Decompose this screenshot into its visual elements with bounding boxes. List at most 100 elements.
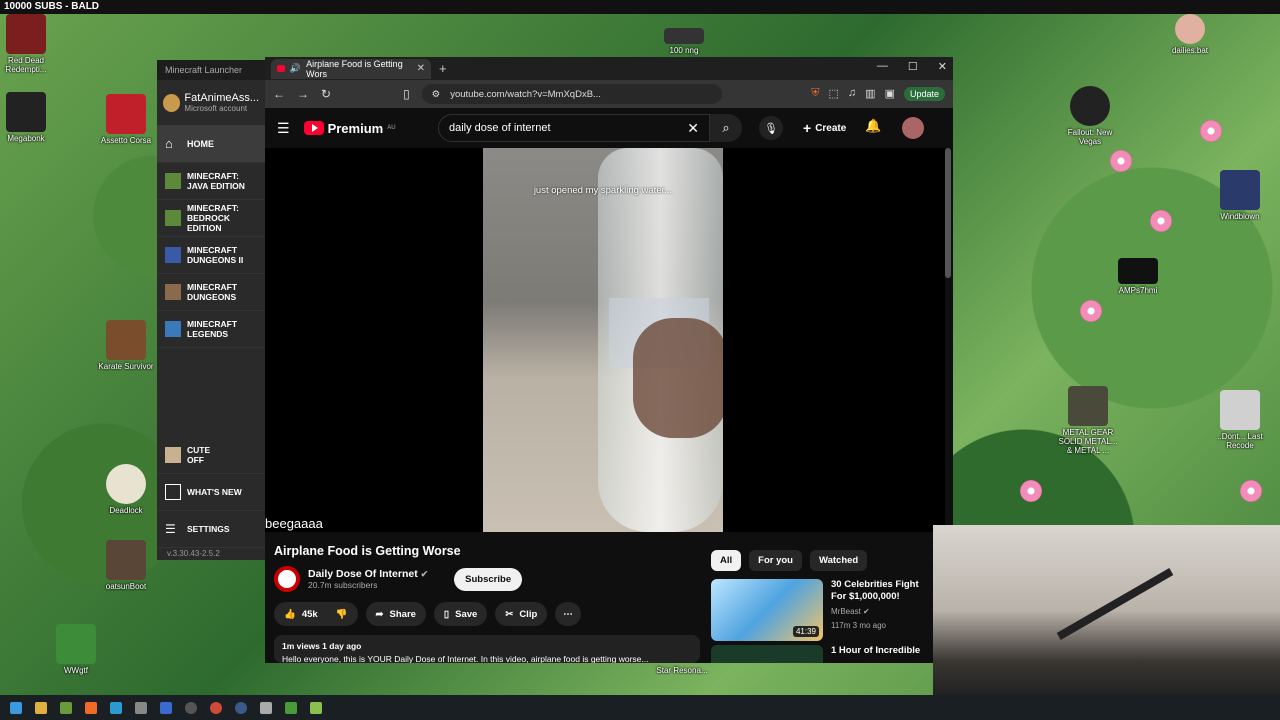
chip-watched[interactable]: Watched [809, 550, 868, 571]
app-icon[interactable] [135, 701, 147, 714]
app-icon[interactable] [310, 701, 322, 714]
bookmark-icon[interactable]: ▯ [403, 87, 410, 101]
notifications-bell-icon[interactable]: 🔔 [865, 118, 881, 134]
close-tab-icon[interactable]: ✕ [417, 63, 425, 74]
desktop-icon-last-recode[interactable]: ..Dont... Last Recode [1208, 390, 1272, 450]
chip-for-you[interactable]: For you [749, 550, 802, 571]
edge-browser-icon[interactable] [110, 701, 122, 714]
sidebar-icon[interactable]: ▥ [865, 87, 875, 101]
desktop-icon-metal-gear[interactable]: METAL GEAR SOLID METAL... & METAL ... [1056, 386, 1120, 455]
app-icon[interactable] [260, 701, 272, 714]
subscribe-button[interactable]: Subscribe [454, 567, 523, 591]
more-actions-button[interactable]: ⋯ [555, 602, 581, 626]
desktop-icon-label: Deadlock [109, 506, 143, 515]
obs-icon[interactable] [185, 701, 197, 714]
brave-shield-icon[interactable]: ⛨ [811, 87, 819, 101]
desktop-icon-dailies[interactable]: dailies.bat [1158, 14, 1222, 55]
update-button[interactable]: Update [903, 87, 945, 101]
nav-legends[interactable]: MINECRAFT LEGENDS [157, 311, 265, 348]
start-button-icon[interactable] [10, 701, 22, 714]
voice-search-button[interactable]: 🎙 [759, 116, 783, 140]
search-input[interactable]: daily dose of internet ✕ [438, 114, 710, 142]
nav-label: SETTINGS [187, 524, 230, 534]
scissors-icon: ✂ [505, 608, 514, 620]
nav-dungeons-ii[interactable]: MINECRAFT DUNGEONS II [157, 237, 265, 274]
video-thumbnail[interactable] [711, 645, 823, 663]
recommended-video[interactable]: 1 Hour of Incredible [711, 645, 921, 663]
desktop-icon-oatsun[interactable]: oatsunBoot [94, 540, 158, 591]
desktop-icon-label: Star Resona... [656, 666, 708, 675]
recommended-video[interactable]: 41:39 30 Celebrities Fight For $1,000,00… [711, 579, 939, 641]
extension-icon[interactable]: ⬚ [829, 87, 839, 101]
nav-bedrock-edition[interactable]: MINECRAFT: BEDROCK EDITION [157, 200, 265, 237]
thumbs-down-icon[interactable]: 👎 [336, 609, 348, 620]
account-switcher[interactable]: FatAnimeAss... Microsoft account [157, 80, 265, 126]
clip-button[interactable]: ✂ Clip [495, 602, 548, 626]
cute-toggle[interactable]: CUTE OFF [157, 437, 265, 474]
brand-text: Premium [327, 120, 384, 136]
video-player[interactable]: just opened my sparkling water... beegaa… [265, 148, 945, 532]
desktop-icon-deadlock[interactable]: Deadlock [94, 464, 158, 515]
channel-name[interactable]: Daily Dose Of Internet [308, 568, 418, 580]
desktop-icon-100nng[interactable]: 100 nng [652, 28, 716, 55]
like-button[interactable]: 👍 45k 👎 [274, 602, 358, 626]
page-scrollbar[interactable] [945, 148, 951, 278]
nav-settings[interactable]: ☰ SETTINGS [157, 511, 265, 548]
save-button[interactable]: ▯ Save [433, 602, 488, 626]
desktop-icon-megabonk[interactable]: Megabonk [0, 92, 58, 143]
url-field[interactable]: ⚙ youtube.com/watch?v=MmXqDxB... [421, 84, 722, 104]
file-icon [664, 28, 704, 44]
video-frame[interactable]: just opened my sparkling water... [483, 148, 723, 532]
nav-home[interactable]: ⌂ HOME [157, 126, 265, 163]
account-type: Microsoft account [184, 104, 248, 113]
desktop-icon-windblown[interactable]: Windblown [1208, 170, 1272, 221]
youtube-header: ☰ Premium AU daily dose of internet ✕ ⌕ … [265, 108, 953, 148]
nav-whats-new[interactable]: WHAT'S NEW [157, 474, 265, 511]
nav-dungeons[interactable]: MINECRAFT DUNGEONS [157, 274, 265, 311]
forward-button[interactable]: → [297, 87, 309, 101]
chrome-browser-icon[interactable] [210, 701, 222, 714]
music-icon[interactable]: ♫ [848, 87, 856, 101]
steam-icon[interactable] [235, 701, 247, 714]
create-button[interactable]: + Create [795, 116, 854, 140]
desktop-icon-fallout[interactable]: Fallout: New Vegas [1058, 86, 1122, 146]
file-icon [1175, 14, 1205, 44]
desktop-icon-karate-survivor[interactable]: Karate Survivor [94, 320, 158, 371]
nav-label: MINECRAFT DUNGEONS [187, 282, 238, 302]
close-button[interactable]: ✕ [938, 60, 947, 73]
nav-java-edition[interactable]: MINECRAFT: JAVA EDITION [157, 163, 265, 200]
description-box[interactable]: 1m views 1 day ago Hello everyone, this … [274, 635, 700, 663]
minimize-button[interactable]: — [877, 60, 888, 73]
nav-label: WHAT'S NEW [187, 487, 242, 497]
chip-all[interactable]: All [711, 550, 742, 571]
desktop-icon-amps[interactable]: AMPs7hmi [1106, 258, 1170, 295]
app-icon[interactable] [160, 701, 172, 714]
desktop-icon-red-dead[interactable]: Red Dead Redempti... [0, 14, 58, 74]
search-button[interactable]: ⌕ [710, 114, 742, 142]
app-icon[interactable] [60, 701, 72, 714]
desktop-icon-assetto-corsa[interactable]: Assetto Corsa [94, 94, 158, 145]
maximize-button[interactable]: ☐ [908, 60, 918, 73]
clear-search-icon[interactable]: ✕ [687, 120, 699, 137]
nav-label: MINECRAFT: JAVA EDITION [187, 171, 245, 191]
wallet-icon[interactable]: ▣ [885, 87, 895, 101]
desktop-icon-wwgtf[interactable]: WWgtf [44, 624, 108, 675]
speaker-icon: 🔊 [289, 63, 302, 73]
game-icon [1070, 86, 1110, 126]
reload-button[interactable]: ↻ [321, 87, 331, 101]
tab-youtube[interactable]: 🔊 Airplane Food is Getting Wors ✕ [271, 58, 431, 79]
new-tab-button[interactable]: + [439, 61, 447, 76]
youtube-logo[interactable]: Premium AU [303, 120, 396, 136]
file-explorer-icon[interactable] [35, 701, 47, 714]
desktop-icon-star-resonance[interactable]: Star Resona... [650, 666, 714, 675]
menu-icon[interactable]: ☰ [277, 120, 290, 137]
channel-avatar[interactable] [274, 566, 300, 592]
tab-title: Airplane Food is Getting Wors [306, 58, 403, 79]
avatar[interactable] [902, 117, 924, 139]
brave-browser-icon[interactable] [85, 701, 97, 714]
video-thumbnail[interactable]: 41:39 [711, 579, 823, 641]
dungeons-icon [165, 247, 181, 263]
minecraft-icon[interactable] [285, 701, 297, 714]
back-button[interactable]: ← [273, 87, 285, 101]
share-button[interactable]: ➦ Share [365, 602, 426, 626]
